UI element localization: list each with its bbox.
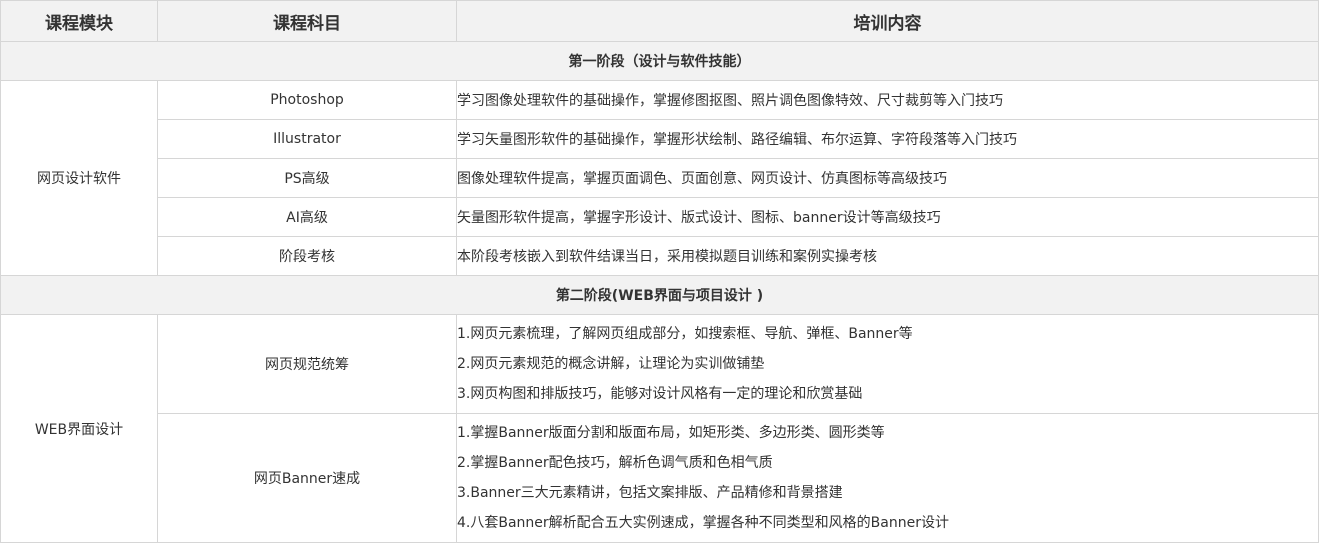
subject-cell: AI高级 xyxy=(157,197,457,237)
stage-row-1: 第一阶段（设计与软件技能） xyxy=(0,41,1319,81)
content-line: 2.网页元素规范的概念讲解，让理论为实训做铺垫 xyxy=(457,356,765,372)
content-cell: 1.网页元素梳理，了解网页组成部分，如搜索框、导航、弹框、Banner等 2.网… xyxy=(456,314,1319,414)
curriculum-table: 课程模块 课程科目 培训内容 第一阶段（设计与软件技能） 网页设计软件 Phot… xyxy=(0,0,1319,543)
subject-cell: 阶段考核 xyxy=(157,236,457,276)
header-content: 培训内容 xyxy=(456,0,1319,42)
module-cell-design-software: 网页设计软件 xyxy=(0,80,158,276)
stage-title-2: 第二阶段(WEB界面与项目设计 ) xyxy=(0,275,1319,315)
content-line: 2.掌握Banner配色技巧，解析色调气质和色相气质 xyxy=(457,455,773,471)
table-row: 网页设计软件 Photoshop 学习图像处理软件的基础操作，掌握修图抠图、照片… xyxy=(0,80,1319,276)
subject-cell: Photoshop xyxy=(157,80,457,120)
header-subject: 课程科目 xyxy=(157,0,457,42)
stage-title-1: 第一阶段（设计与软件技能） xyxy=(0,41,1319,81)
content-line: 4.八套Banner解析配合五大实例速成，掌握各种不同类型和风格的Banner设… xyxy=(457,515,949,531)
content-cell: 本阶段考核嵌入到软件结课当日，采用模拟题目训练和案例实操考核 xyxy=(456,236,1319,276)
module-cell-web-ui: WEB界面设计 xyxy=(0,314,158,543)
content-cell: 矢量图形软件提高，掌握字形设计、版式设计、图标、banner设计等高级技巧 xyxy=(456,197,1319,237)
table-row: PS高级 图像处理软件提高，掌握页面调色、页面创意、网页设计、仿真图标等高级技巧 xyxy=(1,158,1319,198)
subject-cell: Illustrator xyxy=(157,119,457,159)
content-cell: 学习矢量图形软件的基础操作，掌握形状绘制、路径编辑、布尔运算、字符段落等入门技巧 xyxy=(456,119,1319,159)
subject-cell: PS高级 xyxy=(157,158,457,198)
table-row: Illustrator 学习矢量图形软件的基础操作，掌握形状绘制、路径编辑、布尔… xyxy=(1,119,1319,159)
content-cell: 1.掌握Banner版面分割和版面布局，如矩形类、多边形类、圆形类等 2.掌握B… xyxy=(456,413,1319,543)
content-cell: 学习图像处理软件的基础操作，掌握修图抠图、照片调色图像特效、尺寸裁剪等入门技巧 xyxy=(456,80,1319,120)
table-row: 阶段考核 本阶段考核嵌入到软件结课当日，采用模拟题目训练和案例实操考核 xyxy=(1,236,1319,276)
subject-cell: 网页Banner速成 xyxy=(157,413,457,543)
content-cell: 图像处理软件提高，掌握页面调色、页面创意、网页设计、仿真图标等高级技巧 xyxy=(456,158,1319,198)
table-row: AI高级 矢量图形软件提高，掌握字形设计、版式设计、图标、banner设计等高级… xyxy=(1,197,1319,237)
table-row: WEB界面设计 网页规范统筹 1.网页元素梳理，了解网页组成部分，如搜索框、导航… xyxy=(0,314,1319,543)
subject-cell: 网页规范统筹 xyxy=(157,314,457,414)
table-row: 网页Banner速成 1.掌握Banner版面分割和版面布局，如矩形类、多边形类… xyxy=(1,413,1319,543)
content-line: 3.Banner三大元素精讲，包括文案排版、产品精修和背景搭建 xyxy=(457,485,843,501)
header-module: 课程模块 xyxy=(0,0,158,42)
content-line: 1.掌握Banner版面分割和版面布局，如矩形类、多边形类、圆形类等 xyxy=(457,425,885,441)
content-line: 3.网页构图和排版技巧，能够对设计风格有一定的理论和欣赏基础 xyxy=(457,386,863,402)
content-line: 1.网页元素梳理，了解网页组成部分，如搜索框、导航、弹框、Banner等 xyxy=(457,326,913,342)
stage-row-2: 第二阶段(WEB界面与项目设计 ) xyxy=(0,275,1319,315)
table-header-row: 课程模块 课程科目 培训内容 xyxy=(0,0,1319,42)
